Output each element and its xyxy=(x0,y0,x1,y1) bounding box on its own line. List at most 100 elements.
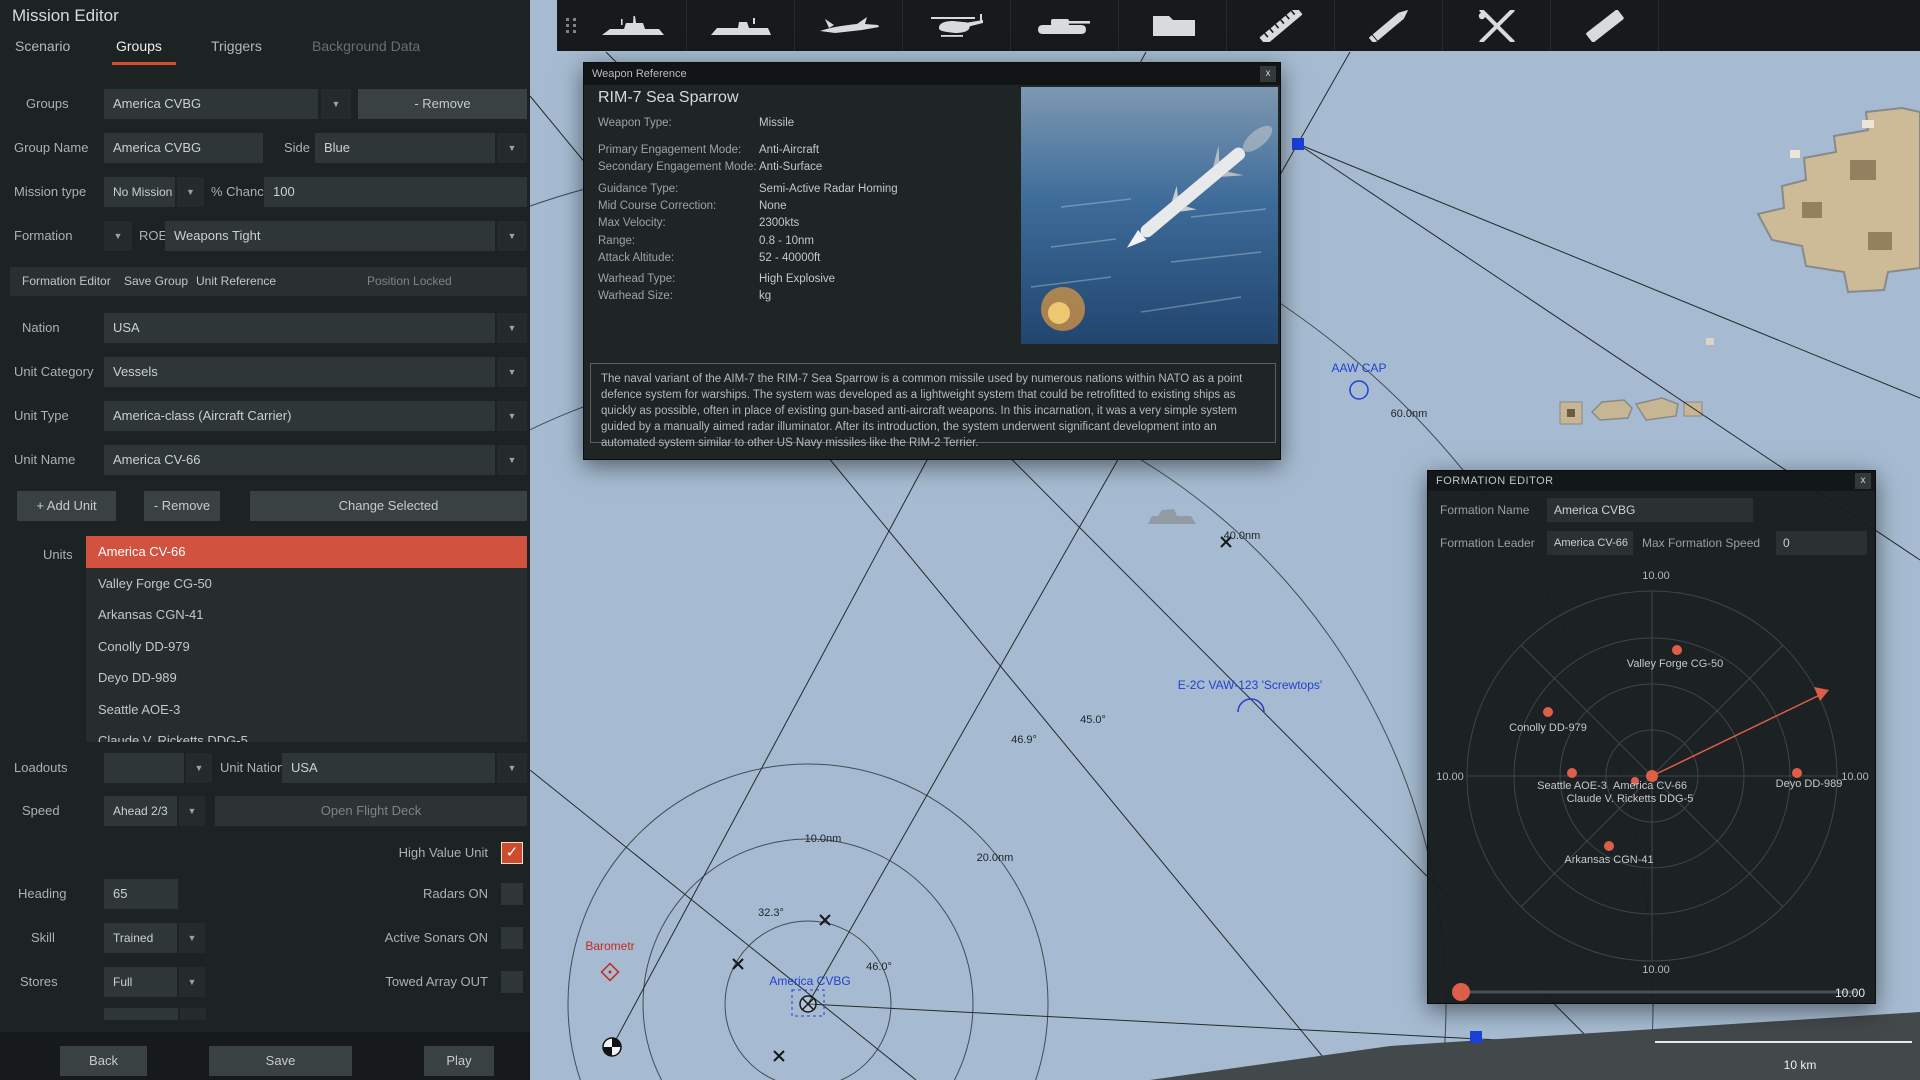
chevron-down-icon[interactable]: ▼ xyxy=(179,967,205,997)
weapon-reference-window: Weapon Reference x RIM-7 Sea Sparrow Wea… xyxy=(583,62,1281,460)
loadouts-select-value[interactable] xyxy=(104,753,184,783)
save-button[interactable]: Save xyxy=(209,1046,352,1076)
chevron-down-icon[interactable]: ▼ xyxy=(497,313,527,343)
unit-nation-select-value[interactable]: USA xyxy=(282,753,495,783)
tool-warship-button[interactable] xyxy=(579,0,687,51)
tool-folder-button[interactable] xyxy=(1119,0,1227,51)
chevron-down-icon[interactable]: ▼ xyxy=(177,177,204,207)
radars-checkbox[interactable] xyxy=(501,883,523,905)
open-flight-deck-button[interactable]: Open Flight Deck xyxy=(215,796,527,826)
tab-background-data[interactable]: Background Data xyxy=(312,38,420,54)
unit-name-select-value[interactable]: America CV-66 xyxy=(104,445,495,475)
save-group-button[interactable]: Save Group xyxy=(124,267,188,296)
unit-reference-button[interactable]: Unit Reference xyxy=(196,267,276,296)
list-item-unit[interactable]: Valley Forge CG-50 xyxy=(86,568,527,600)
nation-select-value[interactable]: USA xyxy=(104,313,495,343)
play-button[interactable]: Play xyxy=(424,1046,494,1076)
towed-array-checkbox[interactable] xyxy=(501,971,523,993)
tab-scenario[interactable]: Scenario xyxy=(15,38,70,54)
high-value-checkbox[interactable] xyxy=(501,842,523,864)
formation-unit-dot[interactable] xyxy=(1604,841,1614,851)
list-item-unit[interactable]: America CV-66 xyxy=(86,536,527,568)
range-label-20: 20.0nm xyxy=(977,852,1014,864)
axis-label-right: 10.00 xyxy=(1841,771,1869,783)
clipped-dropdown[interactable] xyxy=(104,1008,178,1020)
high-value-unit-label: High Value Unit xyxy=(398,845,488,860)
back-button[interactable]: Back xyxy=(60,1046,147,1076)
formation-scale-value: 10.00 xyxy=(1835,986,1865,1000)
chance-input[interactable]: 100 xyxy=(264,177,527,207)
position-locked-toggle[interactable]: Position Locked xyxy=(367,267,452,296)
field-label: Weapon Type: xyxy=(598,117,672,129)
chevron-down-icon[interactable]: ▼ xyxy=(497,133,527,163)
group-name-input[interactable]: America CVBG xyxy=(104,133,263,163)
tool-eraser-button[interactable] xyxy=(1551,0,1659,51)
roe-select-value[interactable]: Weapons Tight xyxy=(165,221,495,251)
tool-pencil-button[interactable] xyxy=(1335,0,1443,51)
add-unit-button[interactable]: + Add Unit xyxy=(17,491,116,521)
side-select-value[interactable]: Blue xyxy=(315,133,495,163)
sonars-checkbox[interactable] xyxy=(501,927,523,949)
tool-ruler-button[interactable] xyxy=(1227,0,1335,51)
remove-unit-button[interactable]: - Remove xyxy=(144,491,220,521)
page-title: Mission Editor xyxy=(12,6,119,25)
formation-unit-dot[interactable] xyxy=(1672,645,1682,655)
warship-icon xyxy=(601,15,664,35)
units-list: America CV-66 Valley Forge CG-50 Arkansa… xyxy=(86,536,527,742)
formation-unit-dot[interactable] xyxy=(1543,707,1553,717)
formation-unit-dot[interactable] xyxy=(1792,768,1802,778)
chevron-down-icon[interactable]: ▼ xyxy=(186,753,212,783)
friendly-unit-square[interactable] xyxy=(1470,1031,1482,1043)
close-icon[interactable]: x xyxy=(1260,66,1276,82)
window-titlebar[interactable]: Weapon Reference xyxy=(584,63,1280,85)
chevron-down-icon[interactable] xyxy=(180,1008,206,1020)
formation-scale-slider-knob[interactable] xyxy=(1452,983,1470,1001)
tool-helicopter-button[interactable] xyxy=(903,0,1011,51)
range-label-60: 60.0nm xyxy=(1391,408,1428,420)
weapon-name: RIM-7 Sea Sparrow xyxy=(598,89,739,106)
formation-editor-button[interactable]: Formation Editor xyxy=(22,267,111,296)
toolbar-grip-icon[interactable] xyxy=(565,17,579,35)
skill-select-value[interactable]: Trained xyxy=(104,923,177,953)
field-value: 2300kts xyxy=(759,217,800,229)
chevron-down-icon[interactable]: ▼ xyxy=(497,401,527,431)
list-item-unit[interactable]: Deyo DD-989 xyxy=(86,662,527,694)
list-item-unit[interactable]: Seattle AOE-3 xyxy=(86,694,527,726)
list-item-unit[interactable]: Conolly DD-979 xyxy=(86,631,527,663)
change-selected-button[interactable]: Change Selected xyxy=(250,491,527,521)
chevron-down-icon[interactable]: ▼ xyxy=(497,357,527,387)
tool-aircraft-button[interactable] xyxy=(795,0,903,51)
formation-unit-dot[interactable] xyxy=(1567,768,1577,778)
chevron-down-icon[interactable]: ▼ xyxy=(497,221,527,251)
stores-select-value[interactable]: Full xyxy=(104,967,177,997)
list-item-unit[interactable]: Claude V. Ricketts DDG-5 xyxy=(86,725,527,742)
speed-select-value[interactable]: Ahead 2/3 xyxy=(104,796,177,826)
unit-category-select-value[interactable]: Vessels xyxy=(104,357,495,387)
tab-triggers[interactable]: Triggers xyxy=(211,38,262,54)
tool-tools-button[interactable] xyxy=(1443,0,1551,51)
chevron-down-icon[interactable]: ▼ xyxy=(497,445,527,475)
field-value: High Explosive xyxy=(759,273,836,285)
remove-group-button[interactable]: - Remove xyxy=(358,89,527,119)
chance-label: % Chance xyxy=(211,184,271,199)
formation-dropdown[interactable]: ▼ xyxy=(104,221,132,251)
america-cvbg-marker[interactable] xyxy=(799,995,817,1013)
heading-input[interactable]: 65 xyxy=(104,879,178,909)
friendly-unit-square[interactable] xyxy=(1292,138,1304,150)
formation-polar-chart[interactable]: 10.00 10.00 10.00 10.00 Valley Forge CG-… xyxy=(1428,471,1877,1005)
groups-select-value[interactable]: America CVBG xyxy=(104,89,318,119)
quartered-circle-marker[interactable] xyxy=(602,1037,622,1057)
formation-unit-label: Deyo DD-989 xyxy=(1776,778,1843,790)
chevron-down-icon[interactable]: ▼ xyxy=(179,796,205,826)
list-item-unit[interactable]: Arkansas CGN-41 xyxy=(86,599,527,631)
tool-carrier-button[interactable] xyxy=(687,0,795,51)
field-value: None xyxy=(759,200,787,212)
chevron-down-icon[interactable]: ▼ xyxy=(321,89,351,119)
tool-tank-button[interactable] xyxy=(1011,0,1119,51)
units-label: Units xyxy=(43,547,73,562)
mission-type-value[interactable]: No Mission xyxy=(104,177,175,207)
chevron-down-icon[interactable]: ▼ xyxy=(179,923,205,953)
chevron-down-icon[interactable]: ▼ xyxy=(497,753,527,783)
unit-type-select-value[interactable]: America-class (Aircraft Carrier) xyxy=(104,401,495,431)
tab-groups[interactable]: Groups xyxy=(116,38,162,54)
